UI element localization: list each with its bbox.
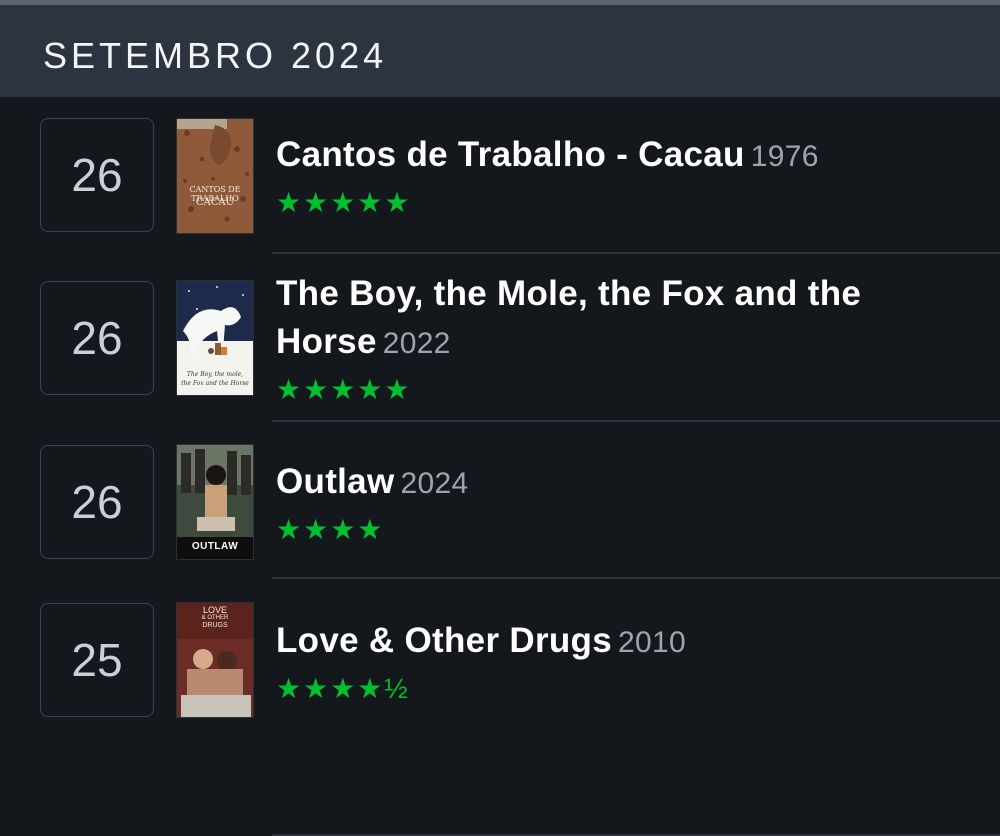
diary-entry[interactable]: 26 The Boy, the mole, the Fox and the Ho… — [0, 254, 1000, 422]
film-year[interactable]: 2022 — [383, 327, 451, 360]
entry-info: Love & Other Drugs 2010 ★★★★½ — [276, 617, 976, 705]
diary-entry[interactable]: 26 CANTOS DE TRABALHO CACAU Cantos de Tr… — [0, 97, 1000, 254]
poster-art — [177, 119, 253, 233]
film-title-text[interactable]: Outlaw — [276, 462, 394, 501]
star-rating: ★★★★½ — [276, 673, 410, 704]
film-title[interactable]: Cantos de Trabalho - Cacau 1976 — [276, 131, 976, 181]
day-box[interactable]: 25 — [40, 603, 154, 717]
month-title: SETEMBRO 2024 — [43, 35, 388, 76]
entry-info: The Boy, the Mole, the Fox and the Horse… — [276, 270, 976, 406]
film-poster[interactable]: OUTLAW — [176, 444, 254, 560]
star-rating: ★★★★★ — [276, 187, 412, 218]
star-rating: ★★★★★ — [276, 374, 412, 405]
film-year[interactable]: 1976 — [751, 140, 819, 173]
poster-art — [177, 281, 253, 395]
film-year[interactable]: 2024 — [400, 467, 468, 500]
film-title-text[interactable]: The Boy, the Mole, the Fox and the Horse — [276, 274, 861, 361]
entry-info: Outlaw 2024 ★★★★ — [276, 458, 976, 546]
month-header: SETEMBRO 2024 — [0, 5, 1000, 97]
poster-subtitle: & OTHER — [201, 615, 229, 621]
film-title[interactable]: Outlaw 2024 — [276, 458, 976, 508]
entry-info: Cantos de Trabalho - Cacau 1976 ★★★★★ — [276, 131, 976, 219]
poster-title: LOVE — [202, 605, 227, 615]
poster-subtitle: CACAU — [195, 197, 235, 208]
film-title-text[interactable]: Cantos de Trabalho - Cacau — [276, 135, 745, 174]
film-year[interactable]: 2010 — [618, 626, 686, 659]
diary-entry[interactable]: 26 OUTLAW Outlaw 2024 ★★★★ — [0, 422, 1000, 579]
poster-subtitle-2: DRUGS — [202, 622, 228, 629]
poster-title: OUTLAW — [191, 541, 239, 552]
film-poster[interactable]: LOVE & OTHER DRUGS — [176, 602, 254, 718]
poster-subtitle: the Fox and the Horse — [181, 380, 249, 387]
film-title[interactable]: The Boy, the Mole, the Fox and the Horse… — [276, 270, 976, 368]
film-title[interactable]: Love & Other Drugs 2010 — [276, 617, 976, 667]
film-poster[interactable]: CANTOS DE TRABALHO CACAU — [176, 118, 254, 234]
film-title-text[interactable]: Love & Other Drugs — [276, 621, 612, 660]
poster-title: The Boy, the mole, — [186, 371, 244, 378]
day-box[interactable]: 26 — [40, 281, 154, 395]
day-box[interactable]: 26 — [40, 445, 154, 559]
day-box[interactable]: 26 — [40, 118, 154, 232]
film-poster[interactable]: The Boy, the mole, the Fox and the Horse — [176, 280, 254, 396]
diary-entry[interactable]: 25 LOVE & OTHER DRUGS Love & Other Drugs… — [0, 579, 1000, 836]
star-rating: ★★★★ — [276, 514, 385, 545]
